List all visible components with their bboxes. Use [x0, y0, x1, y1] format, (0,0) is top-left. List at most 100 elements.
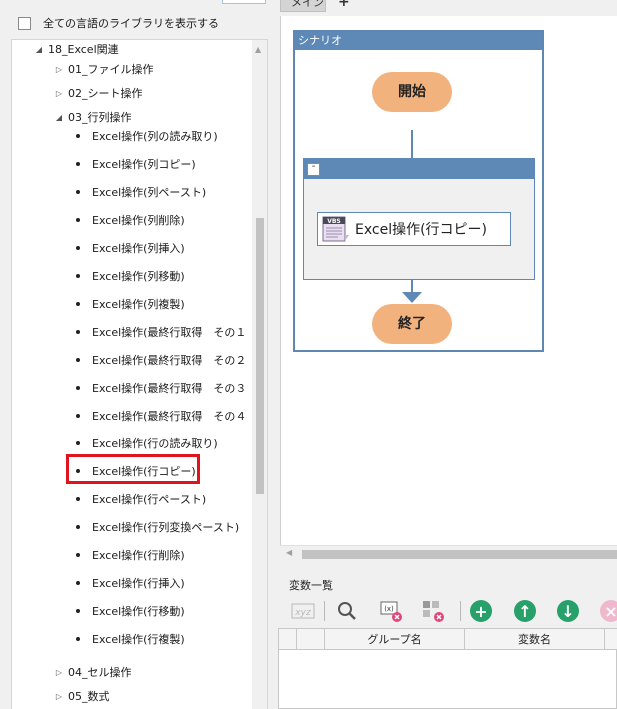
tree-item[interactable]: Excel操作(最終行取得 その１ [76, 323, 246, 341]
collapsed-triangle-icon[interactable]: ▷ [54, 65, 64, 74]
show-all-checkbox[interactable] [18, 16, 31, 30]
tree-item[interactable]: Excel操作(列ペースト) [76, 183, 206, 201]
tree-item-label: Excel操作(行挿入) [92, 577, 185, 590]
grid-header: グループ名 変数名 [279, 629, 617, 650]
show-all-label: 全ての言語のライブラリを表示する [43, 17, 219, 30]
group-header: - [304, 159, 534, 179]
collapsed-triangle-icon[interactable]: ▷ [54, 668, 64, 677]
bullet-icon [76, 330, 80, 334]
collapse-button[interactable]: - [307, 162, 320, 176]
collapsed-triangle-icon[interactable]: ▷ [54, 692, 64, 701]
tree-node-label: 03_行列操作 [68, 111, 132, 124]
tree-item-label: Excel操作(列挿入) [92, 242, 185, 255]
tree-item-label: Excel操作(最終行取得 その１ [92, 326, 247, 339]
delete-variable-icon[interactable]: (x) [378, 598, 404, 624]
scenario-container[interactable]: シナリオ 開始 - VBS Excel操作(行コピー) 終了 [293, 30, 544, 352]
scroll-up-arrow-icon[interactable]: ▲ [255, 45, 261, 54]
variables-grid[interactable]: グループ名 変数名 [278, 628, 617, 709]
variable-type-icon[interactable]: xyz [290, 598, 316, 624]
move-down-icon[interactable]: ↓ [555, 598, 581, 624]
tree-folder-file-ops[interactable]: ▷ 01_ファイル操作 [54, 60, 154, 78]
tree-node-label: 18_Excel関連 [48, 43, 119, 56]
tree-item[interactable]: Excel操作(列コピー) [76, 155, 196, 173]
scenario-title: シナリオ [295, 32, 542, 50]
tree-item[interactable]: Excel操作(行の読み取り) [76, 434, 218, 452]
tree-item[interactable]: Excel操作(列移動) [76, 267, 185, 285]
tree-item[interactable]: Excel操作(列の読み取り) [76, 127, 218, 145]
tree-node-root[interactable]: ◢ 18_Excel関連 [34, 40, 119, 58]
bullet-icon [76, 637, 80, 641]
tab-strip: メイン + [280, 0, 617, 12]
design-hscrollbar[interactable]: ◀ [280, 545, 617, 562]
bullet-icon [76, 190, 80, 194]
tree-item-label: Excel操作(行列変換ペースト) [92, 521, 240, 534]
tree-item[interactable]: Excel操作(列挿入) [76, 239, 185, 257]
tree-item[interactable]: Excel操作(行移動) [76, 602, 185, 620]
tree-item-label: Excel操作(行複製) [92, 633, 185, 646]
expanded-triangle-icon[interactable]: ◢ [54, 113, 64, 122]
search-icon[interactable] [334, 598, 360, 624]
tree-item-label: Excel操作(列ペースト) [92, 186, 207, 199]
tree-folder-cell-ops[interactable]: ▷ 04_セル操作 [54, 663, 132, 681]
tree-item-label: Excel操作(列複製) [92, 298, 185, 311]
column-header-name[interactable]: 変数名 [465, 629, 605, 650]
bullet-icon [76, 386, 80, 390]
tree-item-label: Excel操作(行ペースト) [92, 493, 207, 506]
tree-item-label: Excel操作(行移動) [92, 605, 185, 618]
library-panel: 全ての言語のライブラリを表示する ◢ 18_Excel関連 ▷ 01_ファイル操… [0, 0, 270, 709]
tree-node-label: 05_数式 [68, 690, 110, 703]
expanded-triangle-icon[interactable]: ◢ [34, 45, 44, 54]
tree-item[interactable]: Excel操作(行列変換ペースト) [76, 518, 239, 536]
selection-highlight [66, 454, 200, 484]
tree-item[interactable]: Excel操作(最終行取得 その３ [76, 379, 246, 397]
bullet-icon [76, 441, 80, 445]
design-canvas[interactable]: シナリオ 開始 - VBS Excel操作(行コピー) 終了 [280, 16, 617, 545]
search-input[interactable] [222, 0, 266, 4]
move-up-icon[interactable]: ↑ [512, 598, 538, 624]
vbs-script-icon: VBS [320, 215, 350, 243]
tree-item[interactable]: Excel操作(行ペースト) [76, 490, 206, 508]
start-node[interactable]: 開始 [372, 72, 452, 112]
tree-item[interactable]: Excel操作(最終行取得 その２ [76, 351, 246, 369]
add-icon[interactable]: + [468, 598, 494, 624]
tree-node-label: 02_シート操作 [68, 87, 143, 100]
up-arrow-icon: ↑ [514, 600, 536, 622]
scroll-left-arrow-icon[interactable]: ◀ [286, 548, 292, 557]
tree-item[interactable]: Excel操作(列削除) [76, 211, 185, 229]
down-arrow-icon: ↓ [557, 600, 579, 622]
add-tab-button[interactable]: + [338, 0, 350, 10]
delete-group-icon[interactable] [420, 598, 446, 624]
tree-item-label: Excel操作(最終行取得 その４ [92, 410, 247, 423]
bullet-icon [76, 609, 80, 613]
activity-group[interactable]: - VBS Excel操作(行コピー) [303, 158, 535, 280]
bullet-icon [76, 162, 80, 166]
tree-item[interactable]: Excel操作(列複製) [76, 295, 185, 313]
tree-folder-formula[interactable]: ▷ 05_数式 [54, 687, 110, 705]
tree-item[interactable]: Excel操作(行複製) [76, 630, 185, 648]
column-header-group[interactable]: グループ名 [325, 629, 465, 650]
activity-label: Excel操作(行コピー) [355, 222, 488, 238]
tree-scrollbar[interactable]: ▲ [252, 40, 267, 709]
tree-item[interactable]: Excel操作(最終行取得 その４ [76, 407, 246, 425]
tree-item[interactable]: Excel操作(行削除) [76, 546, 185, 564]
bullet-icon [76, 134, 80, 138]
bullet-icon [76, 246, 80, 250]
show-all-languages-option[interactable]: 全ての言語のライブラリを表示する [18, 14, 219, 32]
bullet-icon [76, 274, 80, 278]
svg-text:xyz: xyz [294, 608, 311, 618]
tree-folder-sheet-ops[interactable]: ▷ 02_シート操作 [54, 84, 143, 102]
tab-main[interactable]: メイン [280, 0, 326, 12]
collapsed-triangle-icon[interactable]: ▷ [54, 89, 64, 98]
activity-node[interactable]: VBS Excel操作(行コピー) [317, 212, 511, 246]
bullet-icon [76, 218, 80, 222]
tree-item[interactable]: Excel操作(行挿入) [76, 574, 185, 592]
end-node[interactable]: 終了 [372, 304, 452, 344]
tree-item-label: Excel操作(最終行取得 その２ [92, 354, 247, 367]
tree-folder-rowcol-ops[interactable]: ◢ 03_行列操作 [54, 108, 132, 126]
scrollbar-thumb[interactable] [302, 550, 617, 559]
remove-icon[interactable]: × [598, 598, 617, 624]
scrollbar-thumb[interactable] [256, 218, 264, 494]
grid-column-marker [297, 629, 325, 650]
variables-toolbar: xyz (x) + ↑ ↓ × [280, 598, 617, 626]
flow-connector [411, 130, 413, 158]
